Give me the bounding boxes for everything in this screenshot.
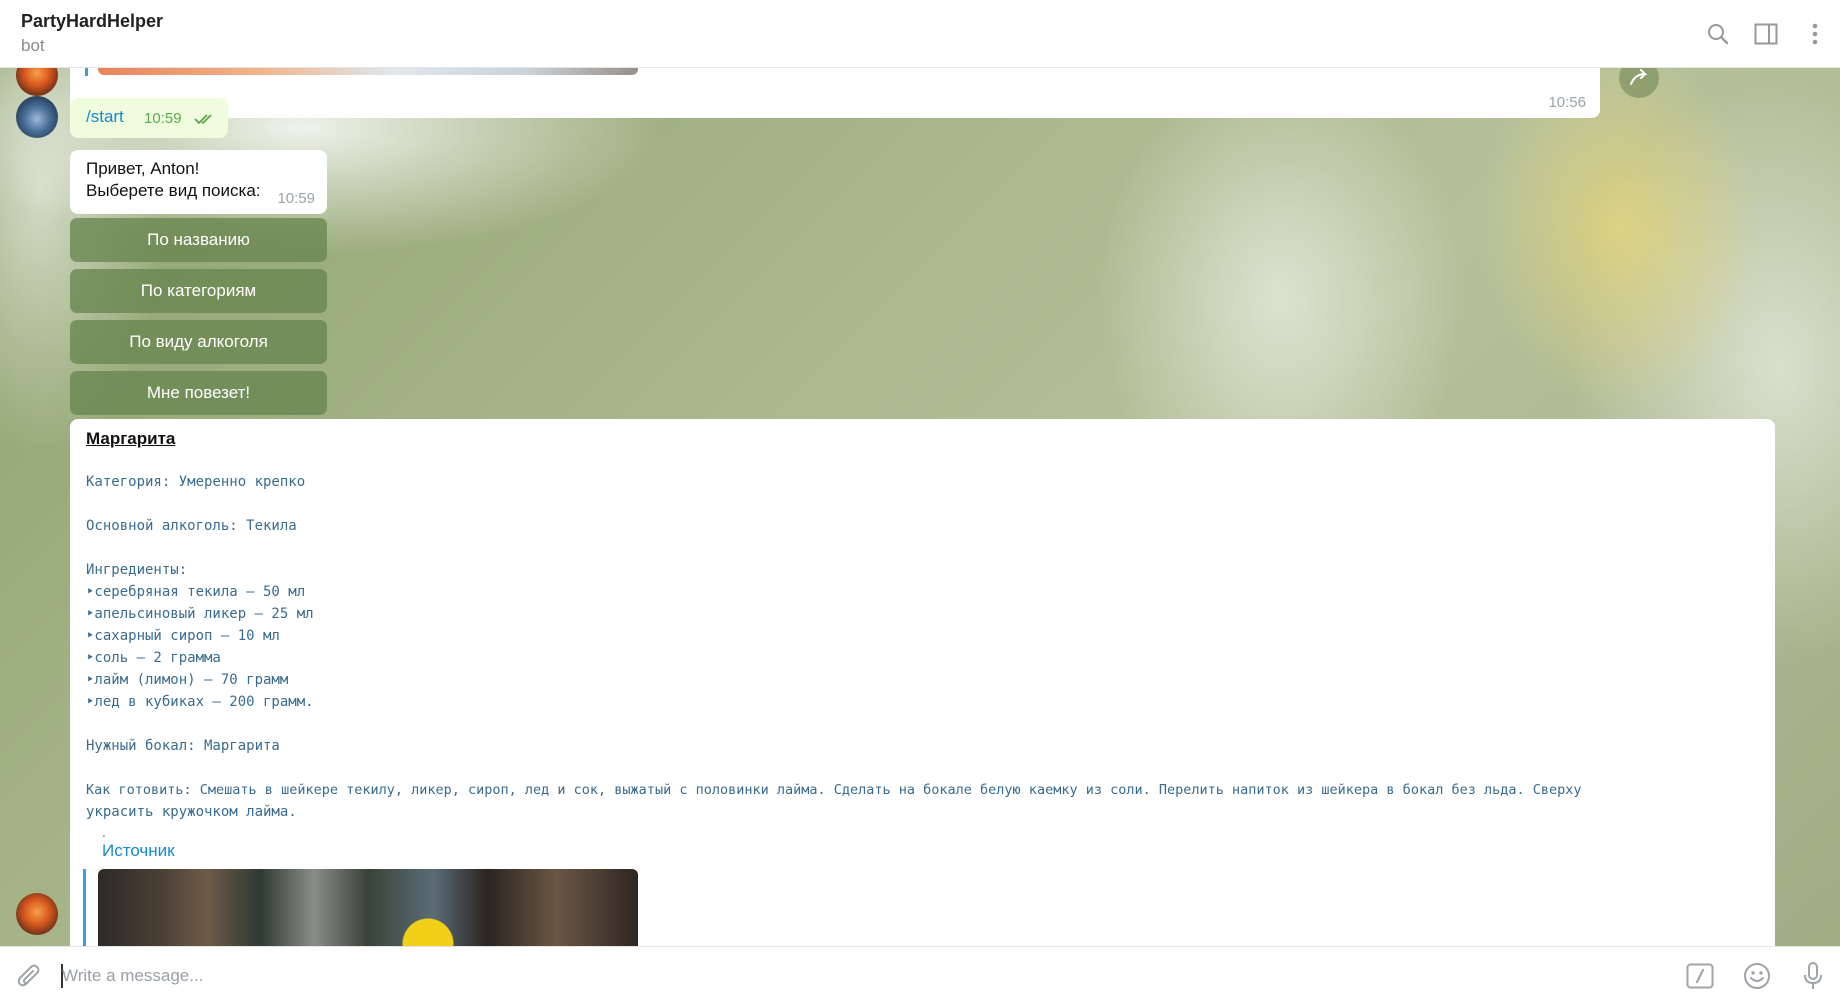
ingredients-header: Ингредиенты: <box>86 562 188 578</box>
source-link[interactable]: Источник <box>102 841 175 861</box>
ingredient-item: ‣соль – 2 грамма <box>86 650 221 666</box>
message-time: 10:59 <box>277 190 315 207</box>
bot-greeting-message: Привет, Anton! Выберете вид поиска: 10:5… <box>70 150 327 214</box>
previous-preview-image[interactable] <box>98 68 638 75</box>
chat-title[interactable]: PartyHardHelper <box>21 11 163 32</box>
read-checkmarks-icon <box>194 112 216 130</box>
recipe-instructions: Как готовить: Смешать в шейкере текилу, … <box>86 782 1582 798</box>
search-by-alcohol-button[interactable]: По виду алкоголя <box>70 320 327 364</box>
message-time: 10:59 <box>144 110 182 127</box>
recipe-category: Категория: Умеренно крепко <box>86 474 306 490</box>
greeting-line: Привет, Anton! <box>86 159 200 178</box>
emoji-icon[interactable] <box>1740 959 1774 993</box>
bot-avatar[interactable] <box>16 68 58 96</box>
command-link[interactable]: /start <box>86 107 124 127</box>
search-by-category-button[interactable]: По категориям <box>70 269 327 313</box>
recipe-glass: Нужный бокал: Маргарита <box>86 738 280 754</box>
ingredient-item: ‣апельсиновый ликер – 25 мл <box>86 606 314 622</box>
message-input-bar: Write a message... <box>0 946 1840 1005</box>
microphone-icon[interactable] <box>1796 959 1830 993</box>
ingredient-item: ‣лайм (лимон) – 70 грамм <box>86 672 289 688</box>
chat-subtitle: bot <box>21 36 45 55</box>
outgoing-message: /start 10:59 <box>70 98 228 138</box>
ingredient-item: ‣лед в кубиках – 200 грамм. <box>86 694 314 710</box>
message-time: 10:56 <box>1548 94 1586 111</box>
greeting-prompt: Выберете вид поиска: <box>86 181 261 200</box>
recipe-title[interactable]: Маргарита <box>86 429 175 449</box>
bot-commands-icon[interactable] <box>1683 959 1717 993</box>
recipe-main-alcohol: Основной алкоголь: Текила <box>86 518 297 534</box>
bot-avatar[interactable] <box>16 893 58 935</box>
forward-button[interactable] <box>1619 68 1659 98</box>
attach-icon[interactable] <box>12 959 46 993</box>
separator-dot: . <box>102 824 106 840</box>
recipe-instructions-continued: украсить кружочком лайма. <box>86 804 297 820</box>
previous-message-card: 10:56 <box>70 68 1600 118</box>
message-input[interactable]: Write a message... <box>62 966 203 986</box>
chat-header: PartyHardHelper bot <box>0 0 1840 68</box>
preview-accent-bar <box>83 869 86 946</box>
preview-accent-bar <box>85 68 88 76</box>
search-icon[interactable] <box>1702 18 1734 50</box>
search-by-name-button[interactable]: По названию <box>70 218 327 262</box>
recipe-message: Маргарита Категория: Умеренно крепко Осн… <box>70 419 1775 946</box>
feeling-lucky-button[interactable]: Мне повезет! <box>70 371 327 415</box>
ingredient-item: ‣сахарный сироп – 10 мл <box>86 628 280 644</box>
user-avatar[interactable] <box>16 96 58 138</box>
sidebar-toggle-icon[interactable] <box>1750 18 1782 50</box>
more-vertical-icon[interactable] <box>1799 18 1831 50</box>
ingredient-item: ‣серебряная текила – 50 мл <box>86 584 306 600</box>
recipe-preview-image[interactable] <box>98 869 638 946</box>
chat-area[interactable]: 10:56 /start 10:59 Привет, Anton! Выбере… <box>0 68 1840 946</box>
